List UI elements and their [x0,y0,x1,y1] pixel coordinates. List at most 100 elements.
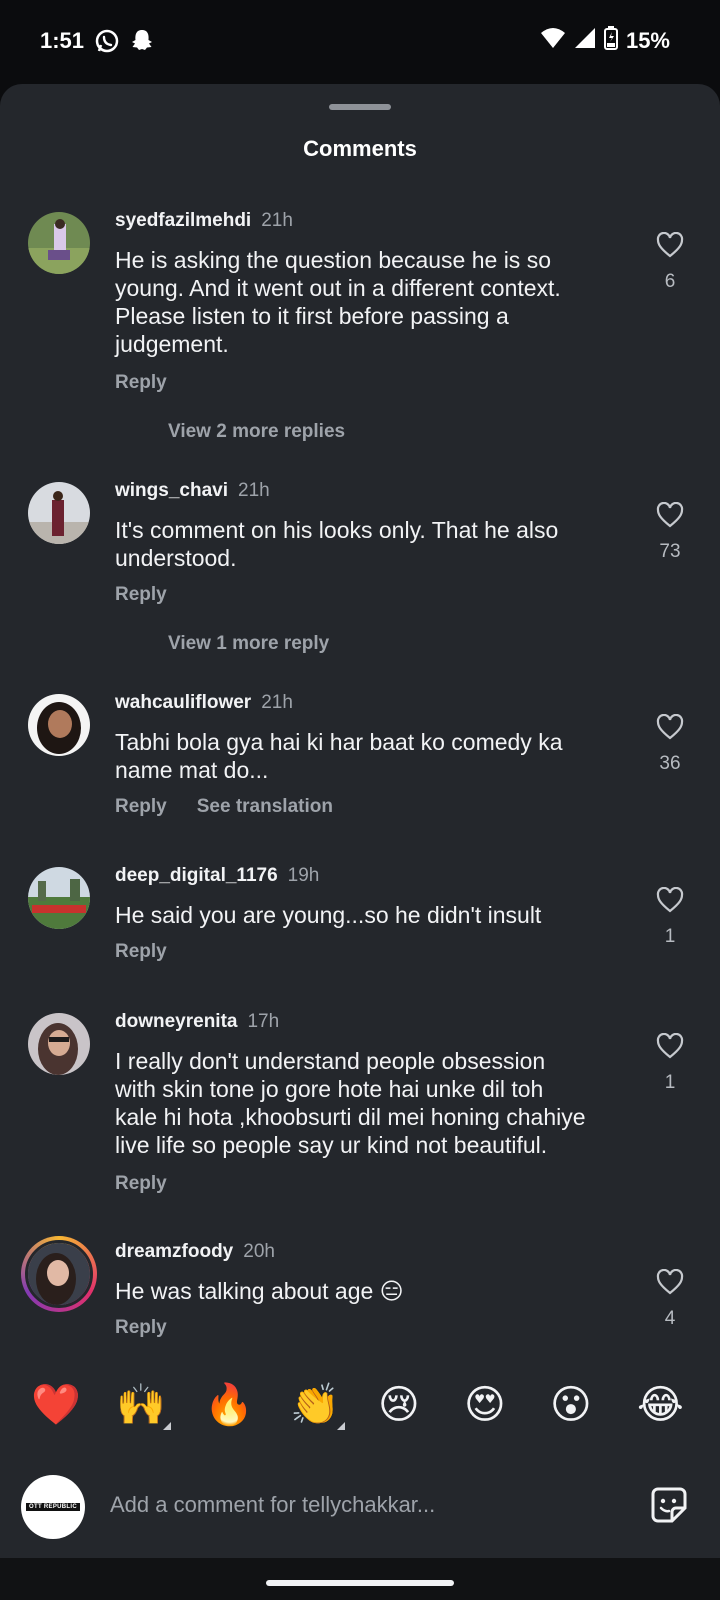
status-time: 1:51 [40,28,85,53]
emoji-heart-button[interactable]: ❤️ [31,1380,81,1430]
heart-icon[interactable] [656,501,684,532]
comment-header: wahcauliflower 21h [115,692,293,714]
comment-header: wings_chavi 21h [115,480,270,502]
avatar[interactable] [28,694,90,756]
comment-username[interactable]: deep_digital_1176 [115,865,278,886]
like-count: 1 [664,1072,676,1093]
comment-username[interactable]: wahcauliflower [115,692,251,713]
comment-actions: Reply [115,372,167,394]
comment-time: 19h [287,865,320,886]
comment-text-line: young. And it went out in a different co… [115,275,561,301]
home-indicator[interactable] [266,1580,454,1586]
comment-time: 21h [261,210,293,231]
comment-actions: Reply [115,1173,167,1195]
comment-actions: Reply [115,584,167,606]
like-control[interactable]: 1 [640,886,700,948]
comment-text: Tabhi bola gya hai ki har baat ko comedy… [115,728,615,784]
reply-button[interactable]: Reply [115,584,167,606]
like-count: 6 [664,271,676,292]
like-count: 36 [659,753,681,774]
comment-actions: Reply [115,941,167,963]
emoji-laughing-button[interactable]: 😂 [637,1380,684,1430]
emoji-heart-eyes-button[interactable]: 😍 [464,1380,506,1430]
comment-actions: Reply See translation [115,796,333,818]
emoji-raised-hands-button[interactable]: 🙌 [116,1380,166,1430]
emoji-crying-button[interactable]: 😢 [378,1380,420,1430]
avatar[interactable] [28,867,90,929]
snapchat-icon [130,28,154,59]
skin-tone-indicator [163,1422,171,1430]
emoji-surprised-button[interactable]: 😮 [550,1380,592,1430]
comments-sheet: Comments syedfazilmehdi 21h He is asking … [0,84,720,1558]
comment-time: 17h [247,1011,280,1032]
avatar[interactable] [25,1240,93,1308]
comment-username[interactable]: dreamzfoody [115,1241,233,1262]
comment-header: downeyrenita 17h [115,1011,279,1033]
like-count: 4 [664,1308,676,1329]
like-count: 1 [664,926,676,947]
heart-icon[interactable] [656,1032,684,1063]
avatar-story-ring[interactable] [21,1236,97,1312]
see-translation-button[interactable]: See translation [197,796,333,818]
reply-button[interactable]: Reply [115,1317,167,1339]
comment-input[interactable]: Add a comment for tellychakkar... [110,1492,435,1518]
view-more-replies-button[interactable]: View 1 more reply [168,633,329,655]
system-navigation-bar [0,1558,720,1600]
emoji-clap-button[interactable]: 👏 [290,1380,340,1430]
sheet-title: Comments [303,136,417,161]
avatar[interactable] [28,212,90,274]
comment-text: He was talking about age 😑 [115,1277,615,1305]
wifi-icon [540,27,566,54]
comment-username[interactable]: syedfazilmehdi [115,210,251,231]
quick-reaction-bar: ❤️ 🙌 🔥 👏 😢 😍 😮 😂 [0,1380,720,1440]
comment-text-line: It's comment on his looks only. That he … [115,517,559,543]
like-count: 73 [659,541,681,562]
comment-header: dreamzfoody 20h [115,1241,275,1263]
status-left-icons [94,28,154,59]
comment-username[interactable]: wings_chavi [115,480,228,501]
heart-icon[interactable] [656,713,684,744]
cellular-signal-icon [574,27,596,54]
reply-button[interactable]: Reply [115,1173,167,1195]
status-bar: 1:51 15% [0,0,720,84]
like-control[interactable]: 36 [640,713,700,775]
comment-composer: OTT REPUBLIC Add a comment for tellychak… [0,1440,720,1558]
like-control[interactable]: 6 [640,231,700,293]
comment-text-line: name mat do... [115,757,269,783]
comment-text: It's comment on his looks only. That he … [115,516,615,572]
comment-text-line: judgement. [115,331,229,357]
comment-text-line: understood. [115,545,237,571]
avatar[interactable] [28,1013,90,1075]
sticker-icon[interactable] [650,1486,688,1529]
heart-icon[interactable] [656,1268,684,1299]
reply-button[interactable]: Reply [115,372,167,394]
composer-avatar: OTT REPUBLIC [21,1475,85,1539]
comment-text: He is asking the question because he is … [115,246,615,358]
avatar-logo-text: OTT REPUBLIC [26,1503,80,1511]
comment-text-line: He was talking about age 😑 [115,1278,404,1304]
comment-text-line: I really don't understand people obsessi… [115,1048,546,1074]
comment-time: 21h [261,692,293,713]
heart-icon[interactable] [656,231,684,262]
comment-time: 20h [243,1241,275,1262]
comment-text-line: Please listen to it first before passing… [115,303,509,329]
heart-icon[interactable] [656,886,684,917]
like-control[interactable]: 4 [640,1268,700,1330]
status-right-icons: 15% [540,26,670,55]
comment-text-line: live life so people say ur kind not beau… [115,1132,548,1158]
avatar[interactable] [28,482,90,544]
like-control[interactable]: 1 [640,1032,700,1094]
comment-text: I really don't understand people obsessi… [115,1047,615,1159]
battery-percent: 15% [625,27,670,53]
comment-text-line: He is asking the question because he is … [115,247,551,273]
drag-handle[interactable] [329,104,391,110]
comment-header: syedfazilmehdi 21h [115,210,293,232]
comment-username[interactable]: downeyrenita [115,1011,237,1032]
emoji-fire-button[interactable]: 🔥 [204,1380,254,1430]
comment-text: He said you are young...so he didn't ins… [115,901,615,929]
comment-text-line: He said you are young...so he didn't ins… [115,902,542,928]
reply-button[interactable]: Reply [115,796,167,818]
like-control[interactable]: 73 [640,501,700,563]
reply-button[interactable]: Reply [115,941,167,963]
view-more-replies-button[interactable]: View 2 more replies [168,421,345,443]
